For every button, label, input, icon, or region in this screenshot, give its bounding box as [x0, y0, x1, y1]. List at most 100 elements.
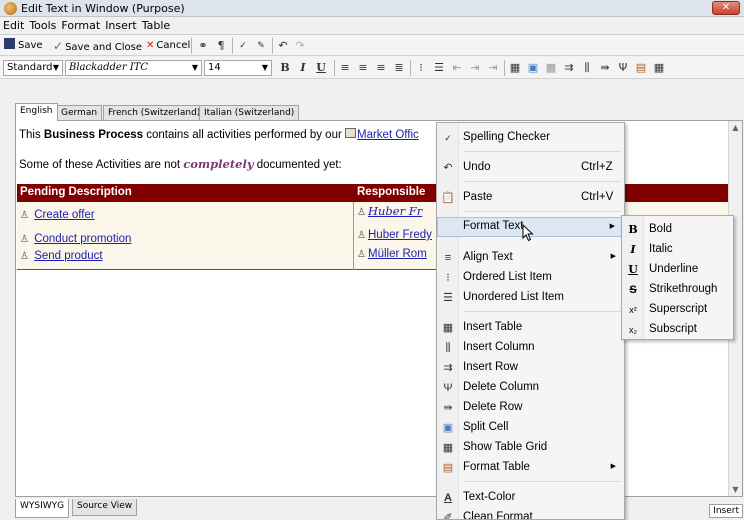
menu-item-undo[interactable]: ↶ Undo Ctrl+Z — [437, 158, 624, 178]
person-icon: ♙ — [357, 249, 366, 260]
menu-item-delete-column[interactable]: Ψ Delete Column — [437, 378, 624, 398]
header-pending-description: Pending Description — [20, 186, 132, 198]
format-table-icon[interactable]: ▤ — [634, 61, 648, 75]
responsible-link[interactable]: Huber Fr — [368, 204, 422, 218]
menu-item-insert-row[interactable]: ⇉ Insert Row — [437, 358, 624, 378]
indent2-icon[interactable]: ⇥ — [486, 61, 500, 75]
underline-icon[interactable]: U — [314, 61, 328, 75]
format-text-submenu: B Bold I Italic U Underline S Strikethrough … — [621, 215, 734, 340]
paragraph-2: Some of these Activities are not complet… — [19, 157, 342, 171]
pilcrow-icon[interactable]: ¶ — [214, 39, 228, 53]
submenu-item-superscript[interactable]: x² Superscript — [622, 300, 733, 320]
scroll-up-icon[interactable]: ▲ — [729, 123, 742, 132]
split-cell-icon[interactable]: ▣ — [526, 61, 540, 75]
menu-item-unordered-list[interactable]: ☰ Unordered List Item — [437, 288, 624, 308]
align-center-icon[interactable]: ≡ — [356, 61, 370, 75]
insert-table-icon[interactable]: ▦ — [508, 61, 522, 75]
table-row: ♙ Send product — [20, 250, 103, 262]
submenu-item-subscript[interactable]: x₂ Subscript — [622, 320, 733, 340]
insert-row-icon[interactable]: ⇉ — [562, 61, 576, 75]
menu-item-show-table-grid[interactable]: ▦ Show Table Grid — [437, 438, 624, 458]
responsible-link[interactable]: Huber Fredy — [368, 229, 432, 241]
save-and-close-button[interactable]: ✓ Save and Close — [53, 38, 142, 54]
menu-insert[interactable]: Insert — [102, 18, 139, 32]
redo-icon[interactable]: ↷ — [293, 39, 307, 53]
size-select[interactable]: 14 ▼ — [204, 60, 272, 76]
menu-item-paste[interactable]: 📋 Paste Ctrl+V — [437, 188, 624, 208]
submenu-item-strikethrough[interactable]: S Strikethrough — [622, 280, 733, 300]
tab-french[interactable]: French (Switzerland) — [103, 105, 206, 121]
table-row: ♙ Create offer — [20, 209, 95, 221]
menu-edit[interactable]: Edit — [0, 18, 26, 32]
table-header: Pending Description Responsible — [17, 184, 742, 202]
menu-item-clean-format[interactable]: ✐ Clean Format — [437, 508, 624, 519]
responsible-link[interactable]: Müller Rom — [368, 248, 427, 260]
insert-column-icon[interactable]: ⫼ — [580, 61, 594, 75]
undo-icon[interactable]: ↶ — [276, 39, 290, 53]
context-menu: ✓ Spelling Checker ↶ Undo Ctrl+Z 📋 Paste Ctrl… — [436, 122, 625, 520]
menu-table[interactable]: Table — [139, 18, 172, 32]
market-office-link[interactable]: Market Offic — [357, 129, 419, 141]
italic-icon[interactable]: I — [296, 61, 310, 75]
format-table-icon: ▤ — [442, 462, 454, 474]
tab-source-view[interactable]: Source View — [72, 499, 138, 516]
menu-item-ordered-list[interactable]: ⁝ Ordered List Item — [437, 268, 624, 288]
separator — [191, 38, 192, 54]
activity-link[interactable]: Send product — [34, 250, 102, 262]
autocorrect-icon[interactable]: ✎ — [254, 39, 268, 53]
menu-item-insert-column[interactable]: ⫼ Insert Column — [437, 338, 624, 358]
font-select[interactable]: Blackadder ITC ▼ — [65, 60, 202, 76]
menu-item-format-table[interactable]: ▤ Format Table ▶ — [437, 458, 624, 478]
tab-english[interactable]: English — [15, 103, 58, 121]
delete-row-icon: ⇛ — [443, 402, 453, 414]
align-left-icon[interactable]: ≡ — [338, 61, 352, 75]
mouse-pointer-icon — [522, 224, 534, 242]
activity-link[interactable]: Conduct promotion — [34, 233, 131, 245]
cancel-x-icon: ✕ — [146, 40, 155, 51]
save-button[interactable]: Save — [4, 38, 43, 54]
bold-icon: B — [628, 223, 638, 236]
menu-format[interactable]: Format — [58, 18, 102, 32]
justify-icon[interactable]: ≣ — [392, 61, 406, 75]
unordered-list-icon[interactable]: ☰ — [432, 61, 446, 75]
tab-wysiwyg[interactable]: WYSIWYG — [15, 499, 70, 518]
table-cell: ♙ Müller Rom — [357, 248, 427, 260]
menu-item-delete-row[interactable]: ⇛ Delete Row — [437, 398, 624, 418]
menu-tools[interactable]: Tools — [26, 18, 58, 32]
tab-italian[interactable]: Italian (Switzerland) — [199, 105, 300, 121]
close-button[interactable]: ✕ — [712, 1, 740, 15]
delete-column-icon[interactable]: Ψ — [616, 61, 630, 75]
menu-item-align-text[interactable]: ≡ Align Text ▶ — [437, 248, 624, 268]
superscript-icon: x² — [629, 305, 637, 315]
spellcheck-icon[interactable]: ✓ — [236, 39, 250, 53]
submenu-item-italic[interactable]: I Italic — [622, 240, 733, 260]
menu-separator — [463, 151, 621, 152]
merge-cell-icon[interactable]: ▩ — [544, 61, 558, 75]
header-responsible: Responsible — [357, 186, 426, 198]
ordered-list-icon[interactable]: ⁝ — [414, 61, 428, 75]
table-grid-icon[interactable]: ▦ — [652, 61, 666, 75]
align-right-icon[interactable]: ≡ — [374, 61, 388, 75]
menu-separator — [463, 311, 621, 312]
outdent-icon[interactable]: ⇤ — [450, 61, 464, 75]
style-select[interactable]: Standard ▼ — [3, 60, 63, 76]
delete-row-icon[interactable]: ⇛ — [598, 61, 612, 75]
submenu-item-bold[interactable]: B Bold — [622, 220, 733, 240]
scroll-down-icon[interactable]: ▼ — [729, 485, 742, 494]
cancel-button[interactable]: ✕ Cancel — [146, 38, 190, 54]
indent-icon[interactable]: ⇥ — [468, 61, 482, 75]
menu-item-spelling-checker[interactable]: ✓ Spelling Checker — [437, 128, 624, 148]
market-office-icon — [345, 128, 356, 138]
person-icon: ♙ — [20, 210, 29, 221]
subscript-icon: x₂ — [629, 325, 637, 335]
submenu-item-underline[interactable]: U Underline — [622, 260, 733, 280]
bold-icon[interactable]: B — [278, 61, 292, 75]
tab-german[interactable]: German — [56, 105, 103, 121]
table-grid-icon: ▦ — [442, 442, 454, 454]
menu-item-text-color[interactable]: A Text-Color — [437, 488, 624, 508]
menu-item-split-cell[interactable]: ▣ Split Cell — [437, 418, 624, 438]
link-icon[interactable]: ⚭ — [196, 39, 210, 53]
menu-item-insert-table[interactable]: ▦ Insert Table — [437, 318, 624, 338]
activity-link[interactable]: Create offer — [34, 209, 95, 221]
person-icon: ♙ — [20, 251, 29, 262]
